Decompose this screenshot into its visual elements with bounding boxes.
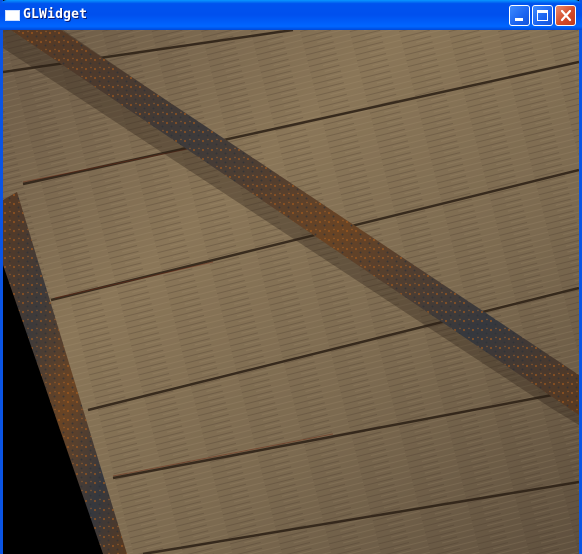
close-icon bbox=[560, 9, 572, 22]
window-app-icon[interactable] bbox=[5, 10, 20, 21]
crate-texture-render bbox=[3, 30, 579, 554]
maximize-button[interactable] bbox=[532, 5, 553, 26]
title-bar[interactable]: GLWidget bbox=[0, 0, 582, 30]
window-title: GLWidget bbox=[23, 7, 88, 22]
minimize-icon bbox=[515, 18, 523, 21]
close-button[interactable] bbox=[555, 5, 576, 26]
minimize-button[interactable] bbox=[509, 5, 530, 26]
maximize-icon bbox=[537, 10, 548, 21]
glwidget-window: GLWidget bbox=[0, 0, 582, 554]
gl-render-viewport[interactable] bbox=[3, 30, 579, 554]
